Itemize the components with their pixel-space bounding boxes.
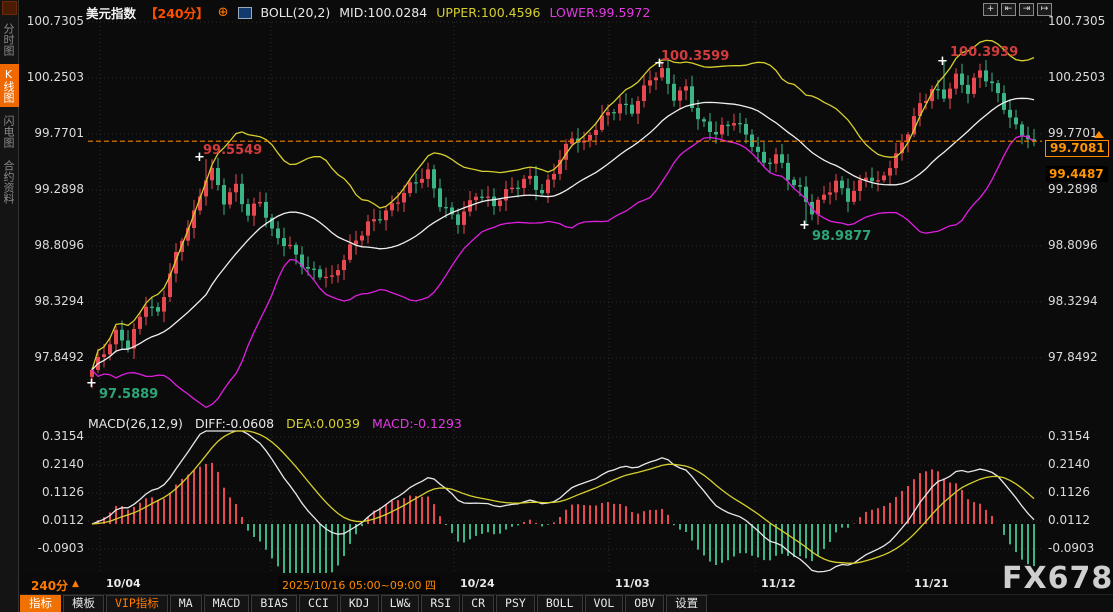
swing-price-label: 99.5549 xyxy=(203,143,262,158)
swing-marker-icon: + xyxy=(86,376,97,391)
toolbar-item-PSY[interactable]: PSY xyxy=(496,595,535,612)
chart-mode-tabs: 分时图 K线图闪电图合约资料 xyxy=(0,19,18,208)
chart-header: 美元指数 【240分】 ⊕ BOLL(20,2) MID:100.0284 UP… xyxy=(86,3,650,22)
sidebar-item-合约资料[interactable]: 合约资料 xyxy=(0,156,19,208)
y-axis-label-left: 100.2503 xyxy=(24,70,84,84)
sidebar-item-K线图[interactable]: K线图 xyxy=(0,64,19,107)
toolbar-item-OBV[interactable]: OBV xyxy=(625,595,664,612)
y-axis-label-left: 100.7305 xyxy=(24,14,84,28)
macd-indicator-label: MACD(26,12,9) xyxy=(88,416,183,431)
y-axis-label-right: 97.8492 xyxy=(1048,350,1108,364)
swing-marker-icon: + xyxy=(654,56,665,71)
symbol-title: 美元指数 xyxy=(86,3,136,22)
crosshair-icon[interactable]: + xyxy=(983,3,998,16)
macd-bar-value: MACD:-0.1293 xyxy=(372,416,462,431)
date-tick: 11/12 xyxy=(761,577,796,590)
boll-mid-value: MID:100.0284 xyxy=(339,5,427,20)
toolbar-item-RSI[interactable]: RSI xyxy=(421,595,460,612)
swing-price-label: 97.5889 xyxy=(99,387,158,402)
y-axis-label-left: 98.3294 xyxy=(24,294,84,308)
toolbar-item-指标[interactable]: 指标 xyxy=(20,595,61,612)
date-tick: 10/24 xyxy=(460,577,495,590)
macd-axis-label-right: -0.0903 xyxy=(1048,541,1108,555)
macd-diff-value: DIFF:-0.0608 xyxy=(195,416,274,431)
date-tick: 11/03 xyxy=(615,577,650,590)
macd-axis-label-left: 0.0112 xyxy=(24,513,84,527)
interval-dropdown-icon[interactable]: ▲ xyxy=(72,579,79,589)
swing-price-label: 100.3599 xyxy=(661,49,729,64)
y-axis-label-left: 98.8096 xyxy=(24,238,84,252)
pan-right-icon[interactable]: ↦ xyxy=(1037,3,1052,16)
macd-axis-label-left: 0.2140 xyxy=(24,457,84,471)
toolbar-item-KDJ[interactable]: KDJ xyxy=(340,595,379,612)
current-price-tag: 99.7081 xyxy=(1045,140,1109,157)
boll-upper-value: UPPER:100.4596 xyxy=(436,5,540,20)
shift-right-icon[interactable]: ⇥ xyxy=(1019,3,1034,16)
toolbar-item-MACD[interactable]: MACD xyxy=(204,595,250,612)
swing-marker-icon: + xyxy=(799,218,810,233)
toolbar-item-BIAS[interactable]: BIAS xyxy=(251,595,297,612)
toolbar-item-LW&[interactable]: LW& xyxy=(381,595,420,612)
toolbar-item-模板[interactable]: 模板 xyxy=(63,595,104,612)
macd-axis-label-right: 0.3154 xyxy=(1048,429,1108,443)
price-up-arrow-icon xyxy=(1094,131,1104,138)
date-tick: 11/21 xyxy=(914,577,949,590)
watermark-logo: FX678 xyxy=(1002,561,1113,596)
y-axis-label-right: 100.2503 xyxy=(1048,70,1108,84)
y-axis-label-right: 98.8096 xyxy=(1048,238,1108,252)
swing-price-label: 98.9877 xyxy=(812,229,871,244)
x-axis-row: 240分 ▲ 10/0410/1510/2411/0311/1211/21 20… xyxy=(20,573,1113,594)
swing-marker-icon: + xyxy=(194,150,205,165)
boll-lower-value: LOWER:99.5972 xyxy=(549,5,650,20)
macd-axis-label-right: 0.0112 xyxy=(1048,513,1108,527)
indicator-toolbar: 指标模板VIP指标MAMACDBIASCCIKDJLW&RSICRPSYBOLL… xyxy=(20,594,1113,612)
y-axis-label-right: 98.3294 xyxy=(1048,294,1108,308)
candlestick-chart-canvas xyxy=(0,0,1113,612)
toolbar-item-VIP指标[interactable]: VIP指标 xyxy=(106,595,168,612)
macd-axis-label-left: 0.3154 xyxy=(24,429,84,443)
toolbar-item-设置[interactable]: 设置 xyxy=(666,595,707,612)
macd-axis-label-left: -0.0903 xyxy=(24,541,84,555)
toolbar-item-CCI[interactable]: CCI xyxy=(299,595,338,612)
toolbar-item-MA[interactable]: MA xyxy=(170,595,202,612)
chart-type-icon[interactable] xyxy=(238,7,252,19)
y-axis-label-right: 100.7305 xyxy=(1048,14,1108,28)
toolbar-item-VOL[interactable]: VOL xyxy=(585,595,624,612)
date-tick: 10/04 xyxy=(106,577,141,590)
toolbar-item-CR[interactable]: CR xyxy=(462,595,494,612)
chart-window-buttons: +⇤⇥↦ xyxy=(983,3,1052,16)
app-icon[interactable] xyxy=(2,1,17,15)
trading-app-window: 分时图 K线图闪电图合约资料 美元指数 【240分】 ⊕ BOLL(20,2) M… xyxy=(0,0,1113,612)
macd-header: MACD(26,12,9) DIFF:-0.0608 DEA:0.0039 MA… xyxy=(88,416,462,431)
boll-indicator-label: BOLL(20,2) xyxy=(261,5,331,20)
macd-axis-label-left: 0.1126 xyxy=(24,485,84,499)
y-axis-label-left: 99.7701 xyxy=(24,126,84,140)
macd-axis-label-right: 0.2140 xyxy=(1048,457,1108,471)
y-axis-label-left: 99.2898 xyxy=(24,182,84,196)
y-axis-label-left: 97.8492 xyxy=(24,350,84,364)
reference-price-tag: 99.4487 xyxy=(1046,166,1108,182)
left-sidebar: 分时图 K线图闪电图合约资料 xyxy=(0,0,19,612)
macd-dea-value: DEA:0.0039 xyxy=(286,416,360,431)
sidebar-item-分时图[interactable]: 分时图 xyxy=(0,19,19,60)
link-circle-icon[interactable]: ⊕ xyxy=(218,5,229,20)
period-badge[interactable]: 【240分】 xyxy=(145,3,209,22)
swing-price-label: 100.3939 xyxy=(950,45,1018,60)
bar-tooltip: 2025/10/16 05:00~09:00 四 xyxy=(278,576,440,594)
interval-label[interactable]: 240分 xyxy=(31,577,68,594)
macd-axis-label-right: 0.1126 xyxy=(1048,485,1108,499)
shift-left-icon[interactable]: ⇤ xyxy=(1001,3,1016,16)
swing-marker-icon: + xyxy=(937,54,948,69)
sidebar-item-闪电图[interactable]: 闪电图 xyxy=(0,111,19,152)
toolbar-item-BOLL[interactable]: BOLL xyxy=(537,595,583,612)
y-axis-label-right: 99.2898 xyxy=(1048,182,1108,196)
